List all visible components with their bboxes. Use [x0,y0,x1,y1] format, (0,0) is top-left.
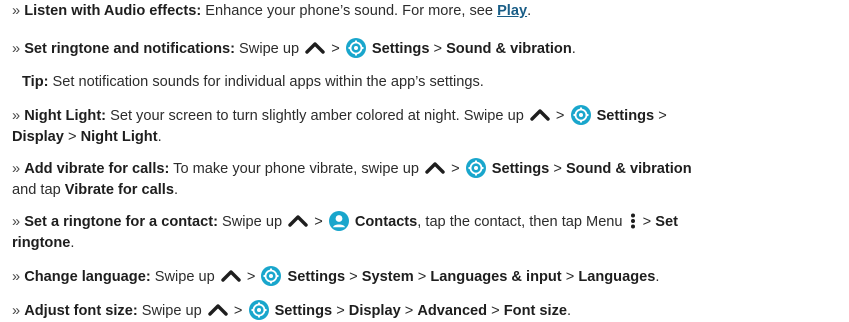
font-size-label: Font size [503,303,567,319]
separator: > [549,161,566,177]
list-item-ringtone-notifications: » Set ringtone and notifications: Swipe … [12,38,849,60]
separator: > [638,214,656,230]
separator: > [332,303,349,319]
document-body: » Listen with Audio effects: Enhance you… [0,1,849,322]
list-item-font-size: » Adjust font size: Swipe up > Settings … [12,300,849,322]
bullet: » [12,269,21,285]
separator: > [654,108,667,124]
period: . [566,303,572,319]
item-term: Set ringtone and notifications: [24,41,235,57]
separator: > [229,303,247,319]
item-text: Swipe up [235,41,304,57]
item-text: Swipe up [217,214,287,230]
settings-label: Settings [287,269,346,285]
item-term: Adjust font size: [24,303,138,319]
separator: > [400,303,418,319]
period: . [173,182,179,198]
vibrate-for-calls-label: Vibrate for calls [64,182,174,198]
period: . [571,41,576,57]
separator: > [551,108,569,124]
separator: > [429,41,447,57]
contacts-label: Contacts [354,214,418,230]
separator: > [413,269,431,285]
list-item-change-language: » Change language: Swipe up > Settings >… [12,266,849,288]
settings-gear-icon [570,105,591,125]
languages-label: Languages [578,269,656,285]
item-term: Add vibrate for calls: [24,161,170,177]
chevron-up-icon [221,270,241,282]
settings-gear-icon [261,266,282,286]
separator: > [63,129,81,145]
separator: > [345,269,362,285]
item-text: Enhance your phone’s sound. For more, se… [201,3,498,19]
bullet: » [12,161,21,177]
settings-label: Settings [596,108,655,124]
list-item-night-light: » Night Light: Set your screen to turn s… [12,105,849,148]
item-text: Swipe up [150,269,219,285]
separator: > [327,41,344,57]
tip-text: Set notification sounds for individual a… [48,74,484,90]
settings-gear-icon [345,38,366,58]
period: . [527,3,532,19]
separator: > [561,269,579,285]
ringtone-label: ringtone [12,235,71,251]
chevron-up-icon [305,42,325,54]
play-link[interactable]: Play [497,3,527,19]
set-label: Set [655,214,678,230]
item-text: To make your phone vibrate, swipe up [169,161,424,177]
tip-note: Tip: Set notification sounds for individ… [22,72,849,93]
system-label: System [361,269,414,285]
tip-label: Tip: [22,74,49,90]
bullet: » [12,214,21,230]
advanced-label: Advanced [417,303,488,319]
separator: > [242,269,260,285]
destination-label: Sound & vibration [446,41,572,57]
list-item-vibrate-calls: » Add vibrate for calls: To make your ph… [12,158,849,201]
separator: > [447,161,464,177]
menu-dots-icon [630,213,635,229]
display-label: Display [12,129,64,145]
bullet: » [12,303,21,319]
destination-label: Sound & vibration [565,161,692,177]
bullet: » [12,41,21,57]
contacts-person-icon [328,211,349,231]
settings-label: Settings [371,41,430,57]
night-light-label: Night Light [80,129,158,145]
chevron-up-icon [530,109,550,121]
item-text: and tap [12,182,65,198]
list-item-audio-effects: » Listen with Audio effects: Enhance you… [12,1,849,22]
period: . [70,235,75,251]
settings-gear-icon [465,158,486,178]
item-term: Night Light: [24,108,107,124]
languages-input-label: Languages & input [430,269,562,285]
chevron-up-icon [208,304,228,316]
display-label: Display [348,303,401,319]
chevron-up-icon [425,162,445,174]
item-term: Set a ringtone for a contact: [24,214,218,230]
bullet: » [12,108,21,124]
item-term: Listen with Audio effects: [24,3,202,19]
bullet: » [12,3,21,19]
settings-label: Settings [491,161,550,177]
list-item-contact-ringtone: » Set a ringtone for a contact: Swipe up… [12,211,849,254]
separator: > [487,303,504,319]
item-text: , tap the contact, then tap Menu [417,214,627,230]
chevron-up-icon [288,215,308,227]
item-term: Change language: [24,269,151,285]
item-text: Set your screen to turn slightly amber c… [106,108,528,124]
settings-label: Settings [274,303,333,319]
period: . [157,129,162,145]
item-text: Swipe up [137,303,206,319]
period: . [655,269,660,285]
settings-gear-icon [248,300,269,320]
separator: > [310,214,327,230]
